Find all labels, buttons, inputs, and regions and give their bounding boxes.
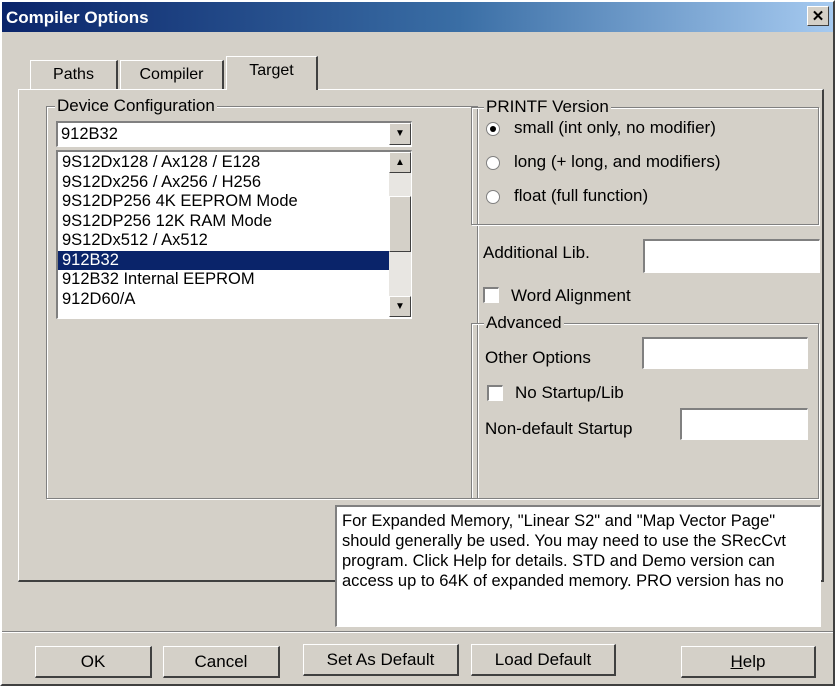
other-options-label: Other Options: [485, 348, 591, 367]
device-list-item[interactable]: 9S12DP256 12K RAM Mode: [58, 212, 389, 232]
no-startup-label: No Startup/Lib: [515, 383, 624, 402]
help-button[interactable]: Help: [681, 646, 816, 678]
word-alignment-checkbox[interactable]: [483, 287, 499, 303]
device-combobox[interactable]: 912B32 ▼: [56, 121, 412, 147]
help-button-label: Help: [730, 652, 766, 671]
no-startup-checkbox[interactable]: [487, 385, 503, 401]
device-list-item[interactable]: 9S12DP256 4K EEPROM Mode: [58, 192, 389, 212]
ok-button[interactable]: OK: [35, 646, 152, 678]
button-separator: [2, 631, 833, 633]
scroll-down-button[interactable]: ▼: [389, 296, 411, 317]
device-configuration-legend: Device Configuration: [55, 96, 217, 116]
close-button[interactable]: ✕: [807, 6, 829, 26]
tab-paths-label: Paths: [53, 66, 94, 83]
non-default-startup-label: Non-default Startup: [485, 419, 633, 438]
additional-lib-label: Additional Lib.: [483, 243, 590, 262]
additional-lib-input[interactable]: [643, 239, 820, 273]
title-bar[interactable]: Compiler Options ✕: [2, 2, 833, 32]
printf-version-legend: PRINTF Version: [484, 97, 611, 117]
printf-option-label: long (+ long, and modifiers): [514, 152, 721, 171]
info-text-box[interactable]: For Expanded Memory, "Linear S2" and "Ma…: [335, 505, 821, 627]
chevron-down-icon: ▼: [395, 128, 405, 139]
device-configuration-group: Device Configuration 912B32 ▼ 9S12Dx128 …: [46, 96, 478, 499]
printf-radio-1[interactable]: [486, 156, 500, 170]
advanced-group: Advanced Other Options No Startup/Lib No…: [471, 313, 819, 499]
cancel-button-label: Cancel: [194, 652, 248, 671]
device-list-item[interactable]: 9S12Dx256 / Ax256 / H256: [58, 173, 389, 193]
printf-version-group: PRINTF Version small (int only, no modif…: [471, 97, 819, 225]
printf-radio-0[interactable]: [486, 122, 500, 136]
close-icon: ✕: [811, 8, 825, 25]
device-list-item[interactable]: 9S12Dx128 / Ax128 / E128: [58, 153, 389, 173]
device-combobox-dropdown-button[interactable]: ▼: [389, 123, 411, 145]
device-list-item[interactable]: 9S12Dx512 / Ax512: [58, 231, 389, 251]
tab-target[interactable]: Target: [226, 56, 318, 90]
printf-radio-2[interactable]: [486, 190, 500, 204]
tab-paths[interactable]: Paths: [30, 60, 118, 90]
device-list[interactable]: 9S12Dx128 / Ax128 / E128 9S12Dx256 / Ax25…: [56, 150, 412, 319]
device-combobox-value: 912B32: [61, 125, 118, 143]
word-alignment-label: Word Alignment: [511, 286, 631, 305]
arrow-up-icon: ▲: [395, 157, 405, 168]
printf-option-label: small (int only, no modifier): [514, 118, 716, 137]
tab-compiler-label: Compiler: [139, 66, 204, 83]
scroll-thumb[interactable]: [389, 196, 411, 252]
info-text: For Expanded Memory, "Linear S2" and "Ma…: [342, 512, 786, 590]
window-title: Compiler Options: [6, 8, 149, 27]
advanced-legend: Advanced: [484, 313, 564, 333]
compiler-options-dialog: Compiler Options ✕ Paths Compiler Target…: [0, 0, 835, 686]
other-options-input[interactable]: [642, 337, 808, 369]
load-default-button-label: Load Default: [494, 650, 592, 669]
device-list-item[interactable]: 912B32 Internal EEPROM: [58, 270, 389, 290]
set-as-default-button-label: Set As Default: [326, 650, 435, 669]
arrow-down-icon: ▼: [395, 301, 405, 312]
set-as-default-button[interactable]: Set As Default: [303, 644, 459, 676]
tab-target-label: Target: [249, 62, 294, 79]
ok-button-label: OK: [80, 652, 106, 671]
device-list-item[interactable]: 912B32: [58, 250, 389, 270]
device-list-scrollbar[interactable]: ▲ ▼: [389, 152, 411, 317]
radio-selected-dot: [490, 126, 496, 132]
device-list-items: 9S12Dx128 / Ax128 / E128 9S12Dx256 / Ax25…: [58, 153, 389, 309]
device-list-item[interactable]: 912D60/A: [58, 290, 389, 310]
printf-option-label: float (full function): [514, 186, 649, 205]
tab-compiler[interactable]: Compiler: [120, 60, 224, 90]
non-default-startup-input[interactable]: [680, 408, 808, 440]
load-default-button[interactable]: Load Default: [471, 644, 616, 676]
scroll-up-button[interactable]: ▲: [389, 152, 411, 173]
cancel-button[interactable]: Cancel: [163, 646, 280, 678]
